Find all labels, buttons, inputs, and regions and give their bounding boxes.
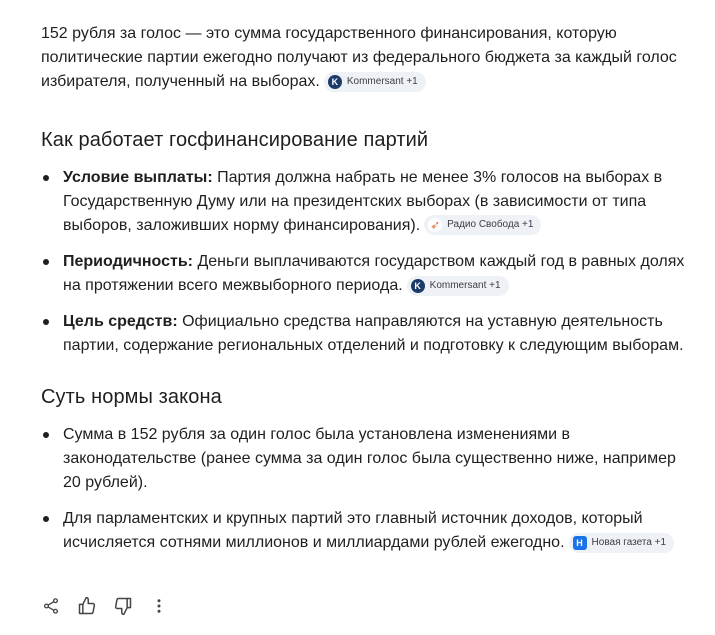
financing-list: Условие выплаты: Партия должна набрать н… [41, 166, 691, 358]
section-heading-law: Суть нормы закона [41, 386, 222, 408]
item-label: Цель средств: [63, 313, 178, 330]
intro-paragraph: 152 рубля за голос — это сумма государст… [41, 22, 691, 94]
bullet-icon [43, 175, 49, 181]
novaya-gazeta-icon: H [572, 536, 587, 550]
item-text: Для парламентских и крупных партий это г… [63, 510, 643, 551]
list-item: Условие выплаты: Партия должна набрать н… [41, 166, 691, 238]
list-item: Периодичность: Деньги выплачиваются госу… [41, 250, 691, 298]
more-options-button[interactable] [148, 595, 170, 617]
response-actions [40, 595, 170, 617]
bullet-icon [43, 432, 49, 438]
source-chip-label: Новая газета +1 [591, 537, 667, 548]
source-chip-radio-svoboda[interactable]: ➶ Радио Свобода +1 [424, 215, 542, 235]
response-content: 152 рубля за голос — это сумма государст… [41, 0, 691, 567]
source-chip-label: Радио Свобода +1 [447, 219, 534, 230]
thumbs-down-icon [114, 597, 132, 616]
list-item: Сумма в 152 рубля за один голос была уст… [41, 423, 691, 495]
list-item: Для парламентских и крупных партий это г… [41, 507, 691, 555]
share-button[interactable] [40, 595, 62, 617]
source-chip-kommersant[interactable]: K Kommersant +1 [406, 276, 509, 296]
thumbs-up-button[interactable] [76, 595, 98, 617]
radio-svoboda-icon: ➶ [428, 218, 443, 232]
thumbs-up-icon [78, 596, 96, 615]
kommersant-icon: K [410, 279, 425, 293]
item-text: Сумма в 152 рубля за один голос была уст… [63, 426, 676, 491]
law-list: Сумма в 152 рубля за один голос была уст… [41, 423, 691, 555]
bullet-icon [43, 319, 49, 325]
item-label: Условие выплаты: [63, 169, 213, 186]
source-chip-novaya-gazeta[interactable]: H Новая газета +1 [568, 533, 675, 553]
section-heading-financing: Как работает госфинансирование партий [41, 129, 429, 151]
kommersant-icon: K [327, 75, 342, 89]
source-chip-kommersant[interactable]: K Kommersant +1 [323, 72, 426, 92]
source-chip-label: Kommersant +1 [346, 76, 418, 87]
share-icon [43, 598, 59, 614]
bullet-icon [43, 516, 49, 522]
bullet-icon [43, 259, 49, 265]
more-vert-icon [157, 599, 161, 613]
source-chip-label: Kommersant +1 [429, 280, 501, 291]
thumbs-down-button[interactable] [112, 595, 134, 617]
item-label: Периодичность: [63, 253, 193, 270]
list-item: Цель средств: Официально средства направ… [41, 310, 691, 358]
